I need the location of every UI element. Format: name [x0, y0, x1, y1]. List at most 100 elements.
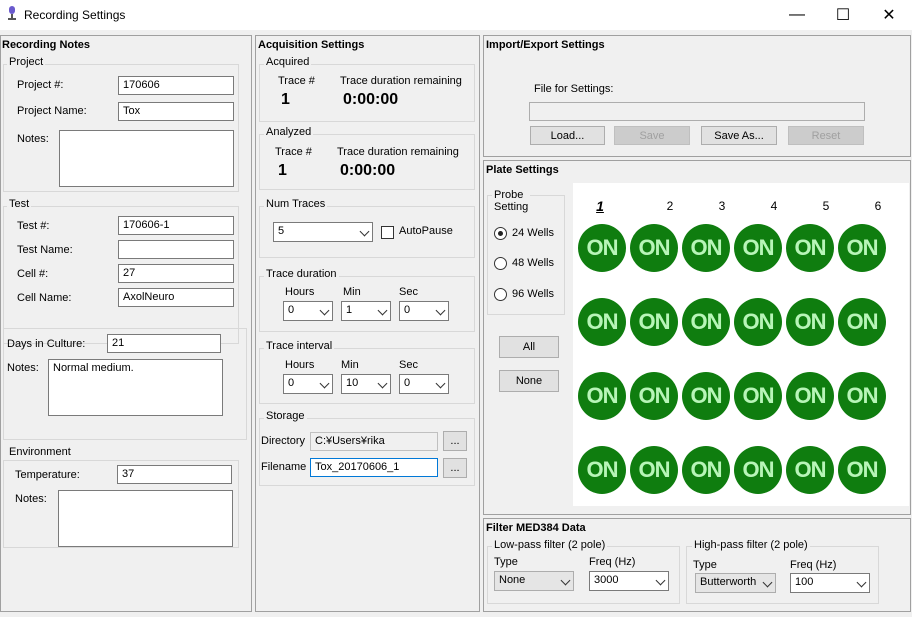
acquired-trace-label: Trace # [278, 75, 315, 87]
settings-file-field[interactable] [529, 102, 865, 121]
well-d1[interactable]: ON [578, 446, 626, 494]
well-a3[interactable]: ON [682, 224, 730, 272]
low-pass-freq-select[interactable]: 3000 [589, 571, 669, 591]
low-pass-group-title: Low-pass filter (2 pole) [492, 539, 608, 551]
radio-96-wells-label: 96 Wells [512, 288, 554, 300]
environment-notes-field[interactable] [58, 490, 233, 547]
close-button[interactable]: ✕ [866, 0, 912, 30]
plate-col-label-4[interactable]: 4 [764, 199, 784, 213]
acquired-trace-value: 1 [281, 91, 290, 108]
interval-hours-value: 0 [288, 377, 295, 389]
test-group-title: Test [7, 198, 32, 210]
duration-sec-select[interactable]: 0 [399, 301, 449, 321]
cell-name-label: Cell Name: [17, 292, 72, 304]
plate-col-label-5[interactable]: 5 [816, 199, 836, 213]
cell-name-field[interactable]: AxolNeuro [118, 288, 234, 307]
trace-interval-group-title: Trace interval [264, 340, 335, 352]
duration-hours-select[interactable]: 0 [283, 301, 333, 321]
interval-sec-select[interactable]: 0 [399, 374, 449, 394]
temperature-field[interactable]: 37 [117, 465, 232, 484]
project-number-field[interactable]: 170606 [118, 76, 234, 95]
acquired-group-title: Acquired [264, 56, 312, 68]
well-c3[interactable]: ON [682, 372, 730, 420]
well-d2[interactable]: ON [630, 446, 678, 494]
autopause-checkbox[interactable] [381, 226, 394, 239]
well-d3[interactable]: ON [682, 446, 730, 494]
low-pass-type-select[interactable]: None [494, 571, 574, 591]
radio-96-wells[interactable] [494, 288, 507, 301]
low-pass-type-label: Type [494, 556, 518, 568]
save-as-button[interactable]: Save As... [701, 126, 777, 145]
duration-hours-label: Hours [285, 286, 315, 298]
import-export-panel: Import/Export Settings File for Settings… [483, 35, 911, 157]
cell-number-field[interactable]: 27 [118, 264, 234, 283]
high-pass-freq-label: Freq (Hz) [790, 559, 837, 571]
high-pass-type-label: Type [693, 559, 717, 571]
num-traces-group-title: Num Traces [264, 198, 328, 210]
low-pass-type-value: None [499, 574, 526, 586]
maximize-button[interactable]: ☐ [820, 0, 866, 30]
num-traces-select[interactable]: 5 [273, 222, 373, 242]
test-number-field[interactable]: 170606-1 [118, 216, 234, 235]
duration-min-select[interactable]: 1 [341, 301, 391, 321]
high-pass-freq-select[interactable]: 100 [790, 573, 870, 593]
radio-24-wells[interactable] [494, 227, 507, 240]
app-icon [8, 6, 16, 20]
well-a6[interactable]: ON [838, 224, 886, 272]
high-pass-type-select[interactable]: Butterworth [695, 573, 776, 593]
well-c4[interactable]: ON [734, 372, 782, 420]
project-name-field[interactable]: Tox [118, 102, 234, 121]
chevron-down-icon [377, 305, 388, 316]
well-b1[interactable]: ON [578, 298, 626, 346]
low-pass-freq-value: 3000 [594, 574, 619, 586]
well-a5[interactable]: ON [786, 224, 834, 272]
culture-notes-field[interactable]: Normal medium. [48, 359, 223, 416]
well-d5[interactable]: ON [786, 446, 834, 494]
well-b2[interactable]: ON [630, 298, 678, 346]
interval-min-select[interactable]: 10 [341, 374, 391, 394]
well-b5[interactable]: ON [786, 298, 834, 346]
acquisition-settings-panel: Acquisition Settings Acquired Trace # Tr… [255, 35, 480, 612]
interval-min-value: 10 [346, 377, 359, 389]
well-d6[interactable]: ON [838, 446, 886, 494]
directory-browse-button[interactable]: ... [443, 431, 467, 451]
save-button[interactable]: Save [614, 126, 690, 145]
well-c5[interactable]: ON [786, 372, 834, 420]
environment-notes-label: Notes: [15, 493, 47, 505]
well-c1[interactable]: ON [578, 372, 626, 420]
plate-col-label-2[interactable]: 2 [660, 199, 680, 213]
probe-setting-title: Probe Setting [492, 189, 531, 213]
radio-48-wells[interactable] [494, 257, 507, 270]
plate-grid: 1 2 3 4 5 6 ON ON ON ON ON ON ON ON ON O… [573, 183, 909, 506]
well-b3[interactable]: ON [682, 298, 730, 346]
interval-hours-select[interactable]: 0 [283, 374, 333, 394]
days-in-culture-field[interactable]: 21 [107, 334, 221, 353]
load-button[interactable]: Load... [530, 126, 605, 145]
well-b4[interactable]: ON [734, 298, 782, 346]
well-d4[interactable]: ON [734, 446, 782, 494]
test-name-field[interactable] [118, 240, 234, 259]
plate-col-label-3[interactable]: 3 [712, 199, 732, 213]
num-traces-value: 5 [278, 225, 285, 237]
select-no-wells-button[interactable]: None [499, 370, 559, 392]
plate-col-label-1[interactable]: 1 [590, 198, 610, 214]
filename-browse-button[interactable]: ... [443, 458, 467, 478]
well-a4[interactable]: ON [734, 224, 782, 272]
well-a2[interactable]: ON [630, 224, 678, 272]
well-c2[interactable]: ON [630, 372, 678, 420]
well-b6[interactable]: ON [838, 298, 886, 346]
project-notes-field[interactable] [59, 130, 234, 187]
interval-sec-value: 0 [404, 377, 411, 389]
chevron-down-icon [359, 226, 370, 237]
plate-col-label-6[interactable]: 6 [868, 199, 888, 213]
reset-button[interactable]: Reset [788, 126, 864, 145]
select-all-wells-button[interactable]: All [499, 336, 559, 358]
chevron-down-icon [435, 378, 446, 389]
directory-field[interactable]: C:¥Users¥rika [310, 432, 438, 451]
well-c6[interactable]: ON [838, 372, 886, 420]
well-a1[interactable]: ON [578, 224, 626, 272]
filename-field[interactable]: Tox_20170606_1 [310, 458, 438, 477]
low-pass-freq-label: Freq (Hz) [589, 556, 636, 568]
minimize-button[interactable]: — [774, 0, 820, 30]
chevron-down-icon [655, 575, 666, 586]
